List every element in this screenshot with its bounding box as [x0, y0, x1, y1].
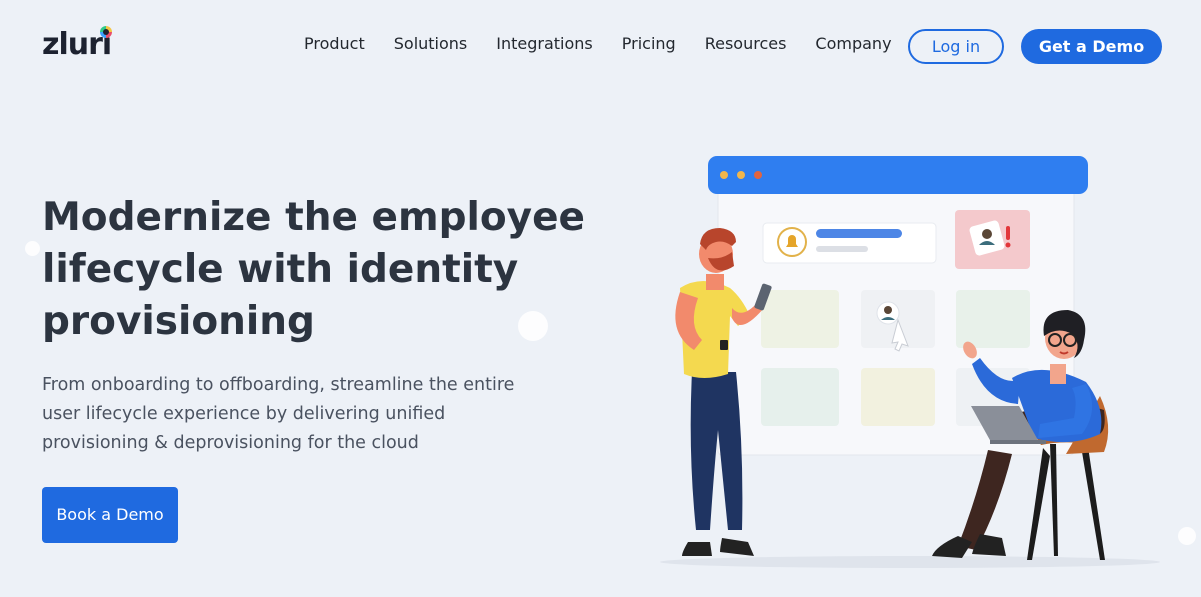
main-nav: Product Solutions Integrations Pricing R… [304, 34, 921, 54]
people-with-dashboard-illustration [660, 156, 1160, 568]
book-demo-button[interactable]: Book a Demo [42, 487, 178, 543]
decorative-dot [518, 311, 548, 341]
nav-item-pricing[interactable]: Pricing [622, 34, 676, 54]
decorative-dot [1178, 527, 1196, 545]
nav-item-company[interactable]: Company [815, 34, 891, 54]
get-demo-button[interactable]: Get a Demo [1021, 29, 1162, 64]
nav-item-resources[interactable]: Resources [705, 34, 787, 54]
nav-item-integrations[interactable]: Integrations [496, 34, 593, 54]
zluri-logo[interactable]: zluri [42, 26, 112, 62]
login-button[interactable]: Log in [908, 29, 1004, 64]
bell-icon [777, 227, 807, 257]
hero-subtitle: From onboarding to offboarding, streamli… [42, 375, 515, 453]
nav-item-product[interactable]: Product [304, 34, 365, 54]
nav-item-solutions[interactable]: Solutions [394, 34, 468, 54]
decorative-dot [25, 241, 40, 256]
logo-dot-icon [100, 26, 112, 38]
